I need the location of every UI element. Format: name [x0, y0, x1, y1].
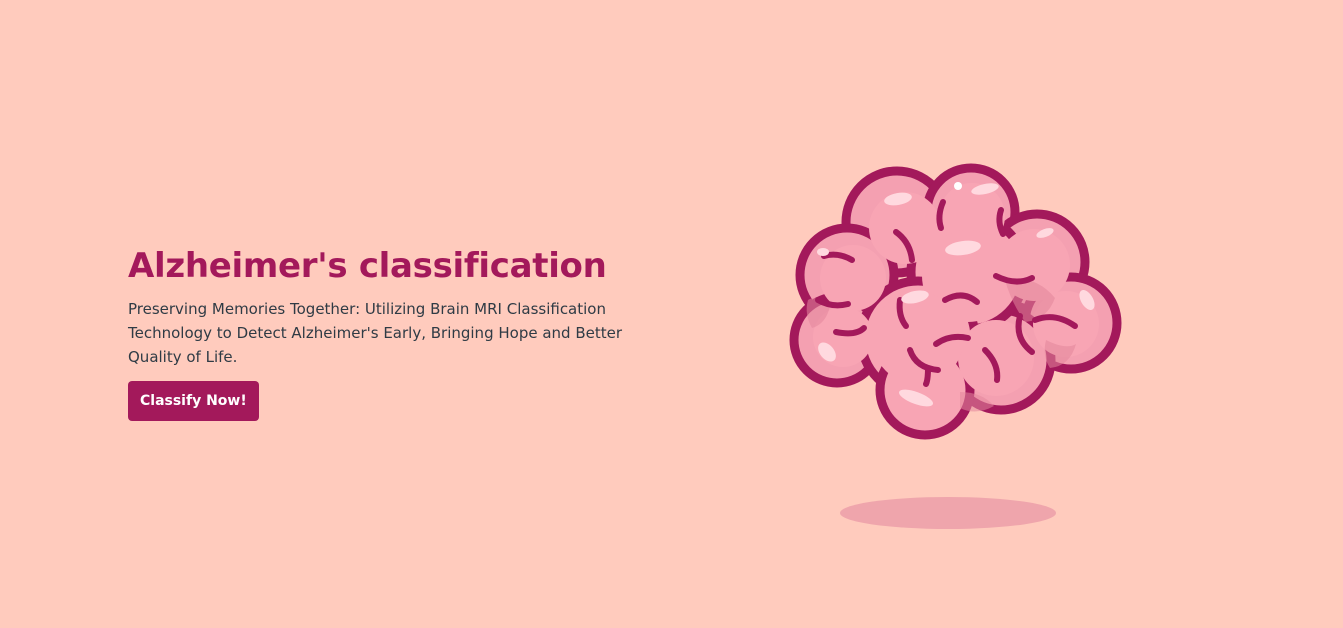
hero-subtitle: Preserving Memories Together: Utilizing …: [128, 300, 622, 366]
page-title: Alzheimer's classification: [128, 246, 607, 286]
brain-icon: [789, 163, 1122, 529]
hero-content: Alzheimer's classification Preserving Me…: [128, 244, 688, 421]
brain-shadow: [840, 497, 1056, 529]
classify-now-button[interactable]: Classify Now!: [128, 381, 259, 421]
